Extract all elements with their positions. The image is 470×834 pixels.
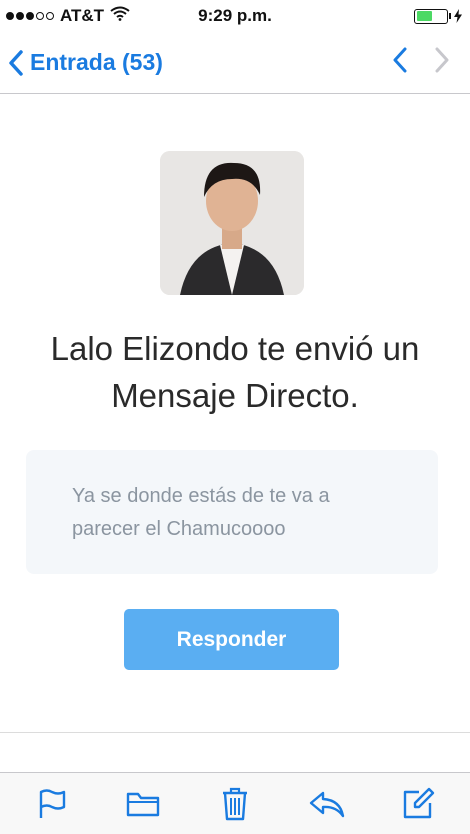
message-nav bbox=[392, 47, 450, 78]
notification-headline: Lalo Elizondo te envió un Mensaje Direct… bbox=[0, 325, 470, 419]
avatar-photo bbox=[160, 151, 304, 295]
chevron-right-icon bbox=[435, 47, 449, 73]
wifi-icon bbox=[110, 6, 130, 26]
headline-line-1: Lalo Elizondo te envió un bbox=[50, 330, 420, 367]
divider bbox=[0, 732, 470, 733]
reply-button[interactable]: Responder bbox=[124, 609, 339, 670]
reply-action-button[interactable] bbox=[302, 779, 352, 829]
status-bar: AT&T 9:29 p.m. bbox=[0, 0, 470, 32]
chevron-left-icon bbox=[393, 47, 407, 73]
next-message-button[interactable] bbox=[434, 47, 450, 78]
charging-icon bbox=[454, 9, 462, 23]
nav-bar: Entrada (53) bbox=[0, 32, 470, 94]
signal-dots-icon bbox=[6, 12, 54, 20]
message-preview: Ya se donde estás de te va a parecer el … bbox=[26, 450, 438, 574]
compose-icon bbox=[403, 787, 435, 818]
delete-button[interactable] bbox=[210, 779, 260, 829]
chevron-left-icon bbox=[9, 49, 23, 76]
previous-message-button[interactable] bbox=[392, 47, 408, 78]
reply-icon bbox=[309, 791, 344, 817]
carrier-label: AT&T bbox=[60, 6, 105, 25]
flag-icon bbox=[39, 788, 65, 818]
flag-button[interactable] bbox=[27, 779, 77, 829]
back-button[interactable]: Entrada (53) bbox=[8, 49, 163, 76]
trash-icon bbox=[222, 787, 247, 820]
message-line-1: Ya se donde estás de te va a bbox=[72, 485, 330, 507]
back-label: Entrada (53) bbox=[30, 49, 163, 75]
battery-icon bbox=[414, 8, 462, 24]
bottom-toolbar bbox=[0, 772, 470, 834]
compose-button[interactable] bbox=[393, 779, 443, 829]
move-to-folder-button[interactable] bbox=[118, 779, 168, 829]
sender-avatar[interactable] bbox=[160, 151, 304, 295]
email-body: Lalo Elizondo te envió un Mensaje Direct… bbox=[0, 95, 470, 735]
status-left: AT&T bbox=[6, 6, 130, 26]
headline-line-2: Mensaje Directo. bbox=[111, 377, 359, 414]
message-line-2: parecer el Chamucoooo bbox=[72, 518, 286, 540]
folder-icon bbox=[127, 792, 160, 816]
